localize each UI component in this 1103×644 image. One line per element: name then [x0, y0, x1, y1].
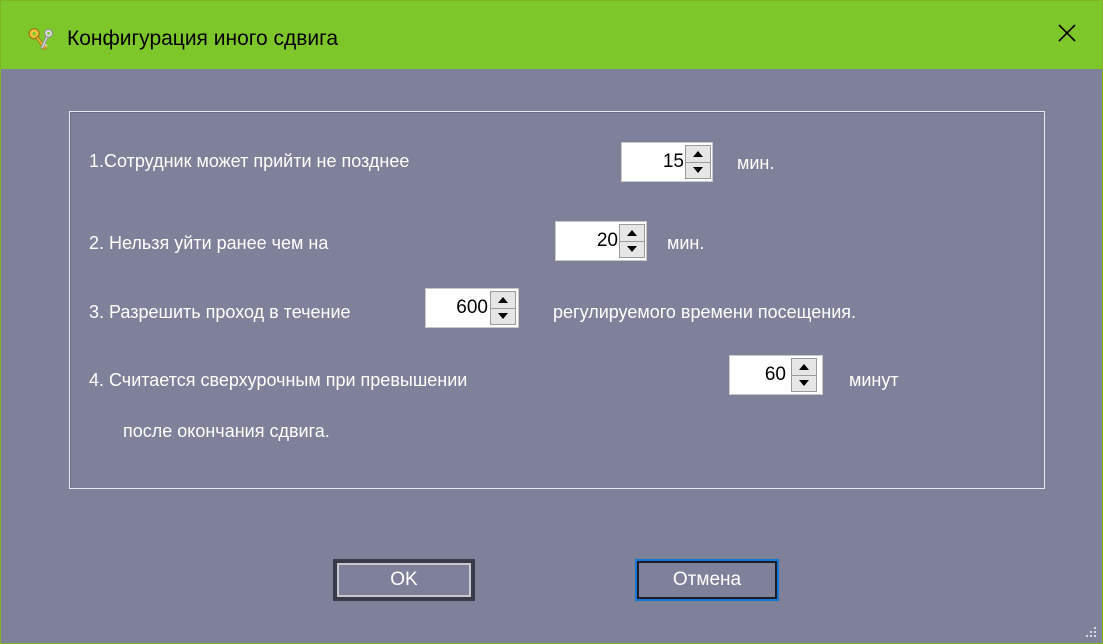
spin-down-arrow-icon[interactable] [792, 375, 816, 391]
pass-allowed-spin-buttons[interactable] [490, 291, 516, 325]
pass-allowed-spinbox[interactable]: 600 [425, 288, 519, 328]
early-leave-spinbox[interactable]: 20 [555, 221, 647, 261]
early-leave-spin-buttons[interactable] [619, 224, 645, 258]
late-arrival-spin-buttons[interactable] [685, 145, 711, 179]
close-icon [1057, 23, 1077, 48]
overtime-value[interactable]: 60 [734, 356, 786, 394]
late-arrival-unit: мин. [737, 153, 775, 173]
spin-down-arrow-icon[interactable] [491, 308, 515, 324]
overtime-spin-buttons[interactable] [791, 358, 817, 392]
spin-up-arrow-icon[interactable] [491, 292, 515, 309]
pass-allowed-unit: регулируемого времени посещения. [553, 302, 857, 322]
spin-up-arrow-icon[interactable] [620, 225, 644, 242]
spin-up-arrow-icon[interactable] [686, 146, 710, 163]
close-button[interactable] [1032, 1, 1102, 69]
title-bar[interactable]: Конфигурация иного сдвига [1, 1, 1102, 69]
early-leave-label: 2. Нельзя уйти ранее чем на [89, 233, 329, 253]
spin-down-arrow-icon[interactable] [620, 241, 644, 257]
cancel-button[interactable]: Отмена [635, 559, 779, 601]
resize-grip-icon[interactable] [1082, 623, 1098, 639]
spin-up-arrow-icon[interactable] [792, 359, 816, 376]
early-leave-unit: мин. [667, 233, 705, 253]
late-arrival-value[interactable]: 15 [626, 143, 684, 181]
overtime-label-continuation: после окончания сдвига. [123, 421, 330, 441]
ok-button[interactable]: OK [333, 559, 475, 601]
late-arrival-spinbox[interactable]: 15 [621, 142, 713, 182]
overtime-spinbox[interactable]: 60 [729, 355, 823, 395]
dialog-window: Конфигурация иного сдвига 1.Сотрудник мо… [0, 0, 1103, 644]
keys-icon [27, 23, 57, 53]
window-title: Конфигурация иного сдвига [67, 27, 339, 50]
overtime-label: 4. Считается сверхурочным при превышении [89, 370, 468, 390]
pass-allowed-label: 3. Разрешить проход в течение [89, 302, 351, 322]
overtime-unit: минут [849, 370, 899, 390]
pass-allowed-value[interactable]: 600 [430, 289, 488, 327]
spin-down-arrow-icon[interactable] [686, 162, 710, 178]
early-leave-value[interactable]: 20 [560, 222, 618, 260]
late-arrival-label: 1.Сотрудник может прийти не позднее [89, 151, 410, 171]
